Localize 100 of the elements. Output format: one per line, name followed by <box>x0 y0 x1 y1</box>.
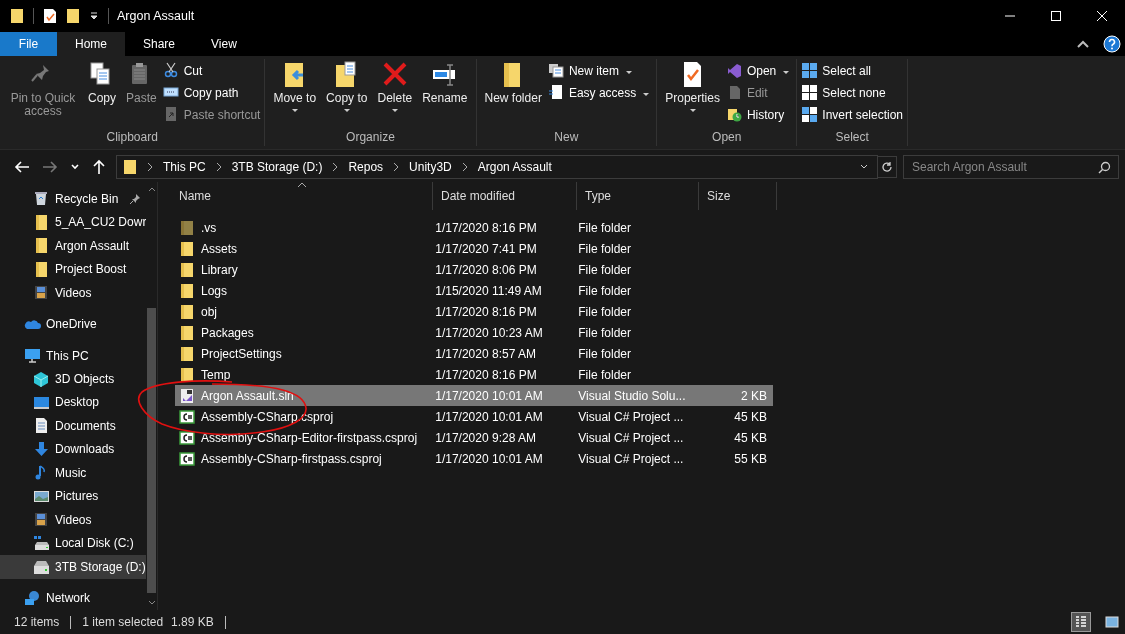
collapse-icon[interactable] <box>1077 40 1089 48</box>
search-field[interactable]: Search Argon Assault <box>903 155 1119 179</box>
ribbon-tab[interactable]: File <box>0 32 57 56</box>
minimize-icon <box>1005 15 1015 17</box>
refresh-button[interactable] <box>877 156 897 178</box>
group-label: Select <box>835 130 869 146</box>
sidebar-item[interactable]: Desktop <box>0 390 147 415</box>
breadcrumb[interactable]: Repos <box>348 160 384 174</box>
sidebar-item[interactable]: Downloads <box>0 437 147 462</box>
file-size: 45 KB <box>734 409 767 424</box>
checked-document-icon[interactable] <box>43 8 57 24</box>
file-row[interactable]: .vs 1/17/2020 8:16 PM File folder <box>175 217 773 238</box>
sidebar-item[interactable]: 5_AA_CU2 Dowr <box>0 210 147 234</box>
ribbon-button[interactable]: Select none <box>801 84 903 101</box>
file-row[interactable]: Logs 1/15/2020 11:49 AM File folder <box>175 280 773 301</box>
sidebar-item[interactable]: Recycle Bin <box>0 187 147 211</box>
selection-count: 1 item selected <box>82 615 164 629</box>
ribbon-tab[interactable]: Home <box>57 32 125 56</box>
drive-icon <box>33 534 50 552</box>
search-icon[interactable] <box>1098 161 1111 174</box>
ribbon-button[interactable]: Move to <box>269 59 321 114</box>
address-bar[interactable]: This PC 3TB Storage (D:) Repos Unity3D Argon Assault <box>116 155 878 179</box>
file-row[interactable]: Packages 1/17/2020 10:23 AM File folder <box>175 322 773 343</box>
sidebar-item[interactable]: 3TB Storage (D:) <box>0 555 147 579</box>
select-all-icon <box>801 62 819 79</box>
scrollbar-thumb[interactable] <box>147 308 156 593</box>
ribbon-tab[interactable]: Share <box>125 32 194 56</box>
file-type: File folder <box>578 304 631 319</box>
sidebar-item[interactable]: 3D Objects <box>0 367 147 391</box>
sidebar-item[interactable]: Videos <box>0 508 147 532</box>
ribbon-button[interactable]: Easy access <box>547 84 653 101</box>
desktop-icon <box>33 394 50 411</box>
pushpin-icon[interactable] <box>129 192 142 205</box>
file-row[interactable]: Assets 1/17/2020 7:41 PM File folder <box>175 238 773 259</box>
ribbon-button[interactable]: Copy <box>84 59 120 107</box>
close-icon <box>1097 11 1107 21</box>
back-arrow-icon[interactable] <box>14 160 30 174</box>
date-modified: 1/17/2020 10:23 AM <box>435 325 543 340</box>
help-icon[interactable] <box>1103 35 1121 53</box>
ribbon-button[interactable]: History <box>725 106 793 123</box>
breadcrumb[interactable]: Argon Assault <box>477 160 552 174</box>
chevron-down-icon[interactable] <box>859 163 869 171</box>
file-row[interactable]: Argon Assault.sln 1/17/2020 10:01 AM Visual Studio Solu... 2 KB <box>175 385 773 406</box>
ribbon-button[interactable]: Open <box>725 62 793 79</box>
maximize-icon <box>1051 11 1061 21</box>
breadcrumb[interactable]: Unity3D <box>409 160 452 174</box>
chevron-right-icon[interactable] <box>331 162 340 172</box>
ribbon-tab[interactable]: View <box>193 32 255 56</box>
sidebar-item[interactable]: Pictures <box>0 484 147 509</box>
column-header[interactable]: Name <box>171 182 433 210</box>
ribbon-button[interactable]: Select all <box>801 62 903 79</box>
file-row[interactable]: Library 1/17/2020 8:06 PM File folder <box>175 259 773 280</box>
file-name: .vs <box>201 220 217 235</box>
file-type: File folder <box>578 325 631 340</box>
breadcrumb[interactable]: 3TB Storage (D:) <box>231 160 323 174</box>
file-row[interactable]: Temp 1/17/2020 8:16 PM File folder <box>175 364 773 385</box>
column-header[interactable]: Type <box>577 182 699 210</box>
breadcrumb[interactable]: This PC <box>163 160 206 174</box>
picture-icon <box>1105 616 1119 628</box>
ribbon-button[interactable]: Invert selection <box>801 106 903 123</box>
ribbon-button[interactable]: Copy to <box>322 59 372 114</box>
sidebar-item[interactable]: Videos <box>0 280 147 305</box>
file-row[interactable]: Assembly-CSharp-Editor-firstpass.csproj 1/17/2020 9:28 AM Visual C# Project ... 45 KB <box>175 427 773 448</box>
chevron-right-icon[interactable] <box>146 162 154 172</box>
sidebar-item[interactable]: Local Disk (C:) <box>0 531 147 556</box>
folder-icon[interactable] <box>66 8 80 24</box>
folder-icon <box>123 159 137 175</box>
file-name: Argon Assault.sln <box>201 388 294 403</box>
chevron-up-icon[interactable] <box>146 185 157 193</box>
ribbon-button[interactable]: Cut <box>162 62 261 79</box>
sidebar-item[interactable]: Argon Assault <box>0 233 147 258</box>
sidebar-item[interactable]: OneDrive <box>0 312 147 336</box>
sidebar-item[interactable]: Project Boost <box>0 257 147 281</box>
ribbon-button[interactable]: Rename <box>418 59 472 107</box>
ribbon-button[interactable]: New item <box>547 62 653 79</box>
file-size: 2 KB <box>741 388 767 403</box>
dropdown-icon[interactable] <box>89 11 99 21</box>
date-modified: 1/17/2020 8:16 PM <box>435 220 537 235</box>
file-row[interactable]: ProjectSettings 1/17/2020 8:57 AM File folder <box>175 343 773 364</box>
up-arrow-icon[interactable] <box>92 159 106 175</box>
chevron-right-icon[interactable] <box>392 162 401 172</box>
ribbon-button[interactable]: Properties <box>661 59 724 114</box>
chevron-right-icon[interactable] <box>460 162 469 172</box>
chevron-right-icon[interactable] <box>214 162 223 172</box>
sidebar-item[interactable]: This PC <box>0 343 147 368</box>
ribbon-button[interactable]: New folder <box>480 59 546 107</box>
file-row[interactable]: Assembly-CSharp-firstpass.csproj 1/17/2020 10:01 AM Visual C# Project ... 55 KB <box>175 448 773 469</box>
sidebar-item[interactable]: Music <box>0 461 147 485</box>
chevron-down-icon[interactable] <box>70 163 80 171</box>
details-view-button[interactable] <box>1071 612 1091 632</box>
sidebar-item[interactable]: Documents <box>0 414 147 438</box>
ribbon-button[interactable]: Copy path <box>162 84 261 101</box>
select-none-icon <box>801 84 819 101</box>
file-row[interactable]: obj 1/17/2020 8:16 PM File folder <box>175 301 773 322</box>
sidebar-item[interactable]: Network <box>0 586 147 610</box>
column-header[interactable]: Size <box>699 182 777 210</box>
column-header[interactable]: Date modified <box>433 182 577 210</box>
folder-icon[interactable] <box>10 8 24 24</box>
ribbon-button[interactable]: Delete <box>373 59 417 114</box>
date-modified: 1/17/2020 8:16 PM <box>435 304 537 319</box>
